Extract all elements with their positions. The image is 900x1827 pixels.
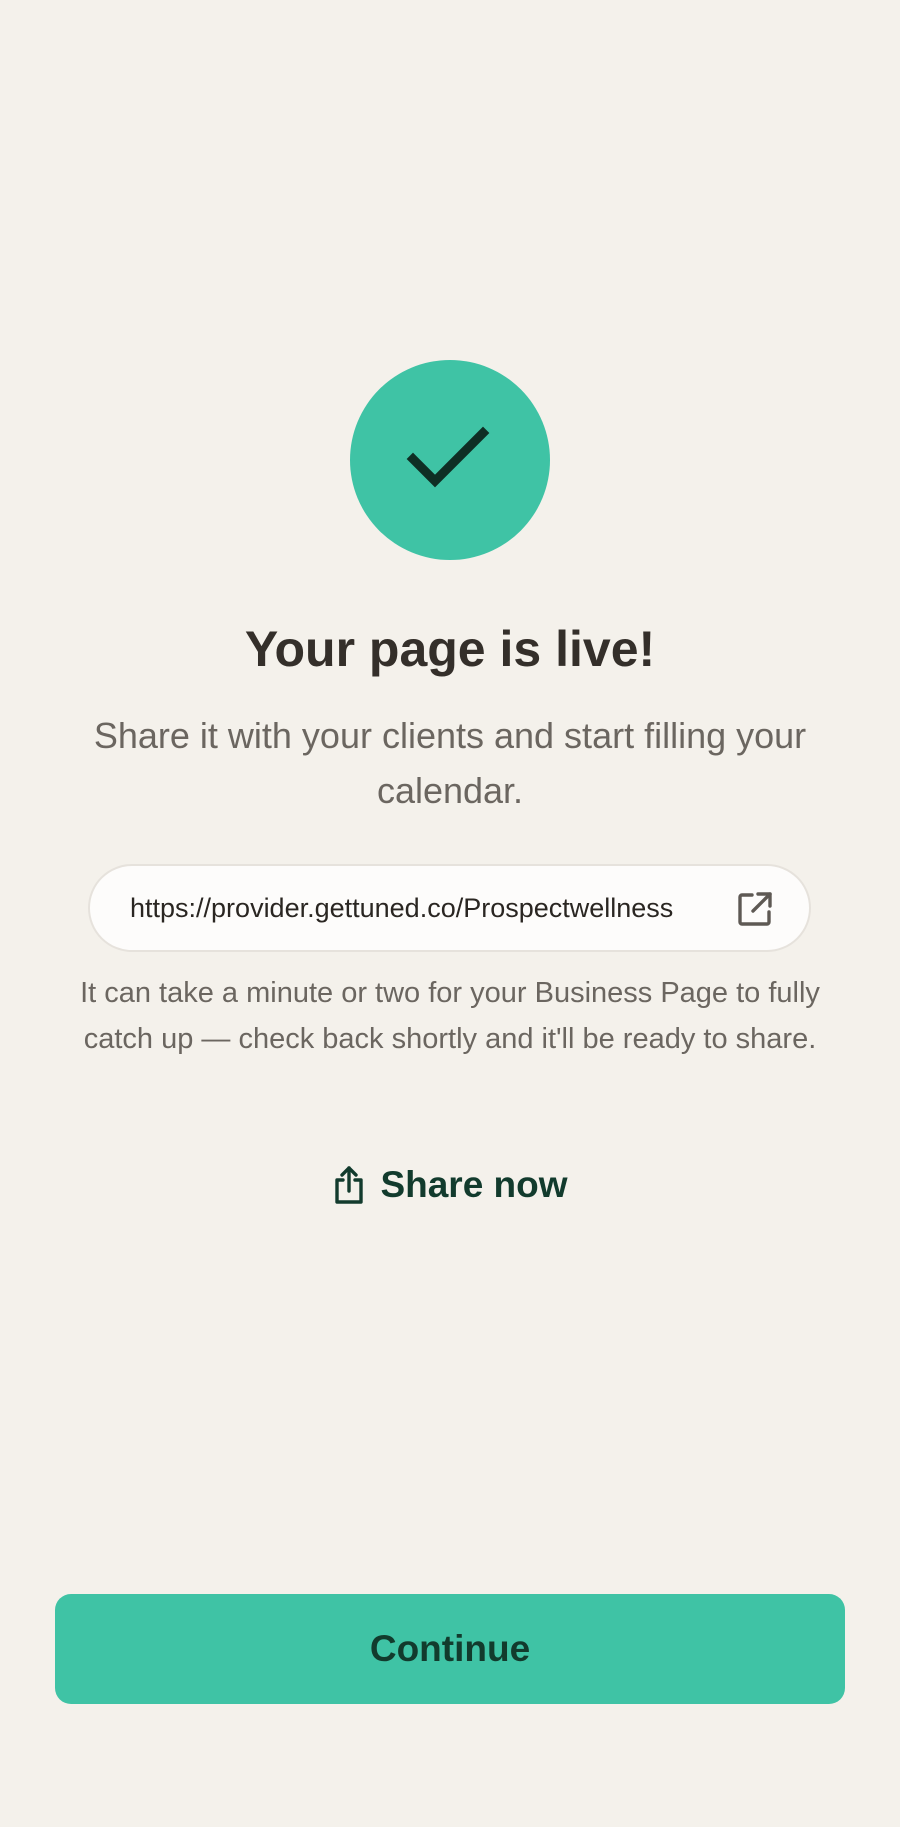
page-url-text[interactable]: https://provider.gettuned.co/Prospectwel… [130, 866, 730, 950]
page-subtitle: Share it with your clients and start fil… [93, 715, 807, 811]
page-url-field[interactable]: https://provider.gettuned.co/Prospectwel… [88, 864, 811, 952]
share-now-button[interactable]: Share now [0, 1164, 900, 1206]
continue-button[interactable]: Continue [55, 1594, 845, 1704]
success-badge [350, 360, 550, 560]
share-now-label: Share now [380, 1164, 568, 1205]
share-icon [332, 1165, 366, 1205]
external-link-icon[interactable] [737, 891, 773, 927]
checkmark-icon [406, 426, 490, 488]
page-title: Your page is live! [244, 621, 656, 677]
propagation-note: It can take a minute or two for your Bus… [80, 977, 820, 1055]
